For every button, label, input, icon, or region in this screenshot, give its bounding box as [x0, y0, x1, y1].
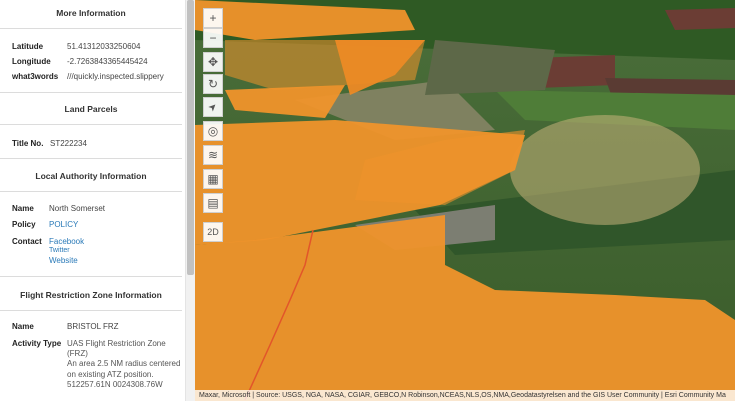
view-2d-button[interactable]: 2D	[203, 222, 223, 242]
map-view[interactable]: + − ✥ ↻ ➤ ◎ ≋ ▦ ▤ 2D Maxar, Microsoft | …	[195, 0, 735, 401]
longitude-value: -2.7263843365445424	[67, 57, 148, 66]
divider	[0, 158, 182, 159]
frz-name-value: BRISTOL FRZ	[67, 322, 119, 331]
divider	[0, 310, 182, 311]
info-sidebar: More Information Latitude 51.41312033250…	[0, 0, 195, 401]
what3words-label: what3words	[12, 72, 59, 81]
website-link[interactable]: Website	[49, 256, 78, 265]
plus-icon: +	[209, 11, 217, 25]
divider	[0, 124, 182, 125]
policy-label: Policy	[12, 220, 36, 229]
basemap-gallery-button[interactable]: ▦	[203, 169, 223, 189]
activity-type-label: Activity Type	[12, 339, 62, 348]
facebook-link[interactable]: Facebook	[49, 237, 84, 246]
local-authority-title: Local Authority Information	[35, 171, 147, 181]
satellite-scene	[195, 0, 735, 401]
save-button[interactable]: ▤	[203, 193, 223, 213]
flight-restriction-title: Flight Restriction Zone Information	[20, 290, 162, 300]
latitude-label: Latitude	[12, 42, 44, 51]
locate-icon: ◎	[207, 124, 219, 138]
layers-icon: ≋	[207, 148, 219, 162]
divider	[0, 28, 182, 29]
title-no-value: ST222234	[50, 139, 87, 148]
map-attribution: Maxar, Microsoft | Source: USGS, NGA, NA…	[195, 390, 735, 401]
more-information-title: More Information	[56, 8, 126, 18]
layers-button[interactable]: ≋	[203, 145, 223, 165]
twitter-link[interactable]: Twitter	[49, 247, 70, 254]
zoom-out-button[interactable]: −	[203, 28, 223, 48]
rotate-button[interactable]: ↻	[203, 74, 223, 94]
longitude-label: Longitude	[12, 57, 51, 66]
latitude-value: 51.41312033250604	[67, 42, 141, 51]
view-2d-label: 2D	[207, 227, 219, 237]
save-icon: ▤	[207, 196, 219, 210]
compass-button[interactable]: ➤	[203, 97, 223, 117]
frz-name-label: Name	[12, 322, 34, 331]
compass-icon: ➤	[206, 100, 220, 114]
authority-name-label: Name	[12, 204, 34, 213]
divider	[0, 92, 182, 93]
zoom-in-button[interactable]: +	[203, 8, 223, 28]
activity-type-value: UAS Flight Restriction Zone (FRZ) An are…	[67, 339, 181, 389]
pan-button[interactable]: ✥	[203, 52, 223, 72]
land-parcels-title: Land Parcels	[64, 104, 118, 114]
minus-icon: −	[209, 31, 217, 45]
divider	[0, 191, 182, 192]
policy-link[interactable]: POLICY	[49, 220, 78, 229]
contact-label: Contact	[12, 237, 42, 246]
move-icon: ✥	[207, 55, 219, 69]
locate-button[interactable]: ◎	[203, 121, 223, 141]
authority-name-value: North Somerset	[49, 204, 106, 213]
sidebar-scrollbar-thumb[interactable]	[187, 0, 194, 275]
divider	[0, 276, 182, 277]
what3words-value: ///quickly.inspected.slippery	[67, 72, 164, 81]
rotate-icon: ↻	[207, 77, 219, 91]
grid-icon: ▦	[207, 172, 219, 186]
title-no-label: Title No.	[12, 139, 44, 148]
